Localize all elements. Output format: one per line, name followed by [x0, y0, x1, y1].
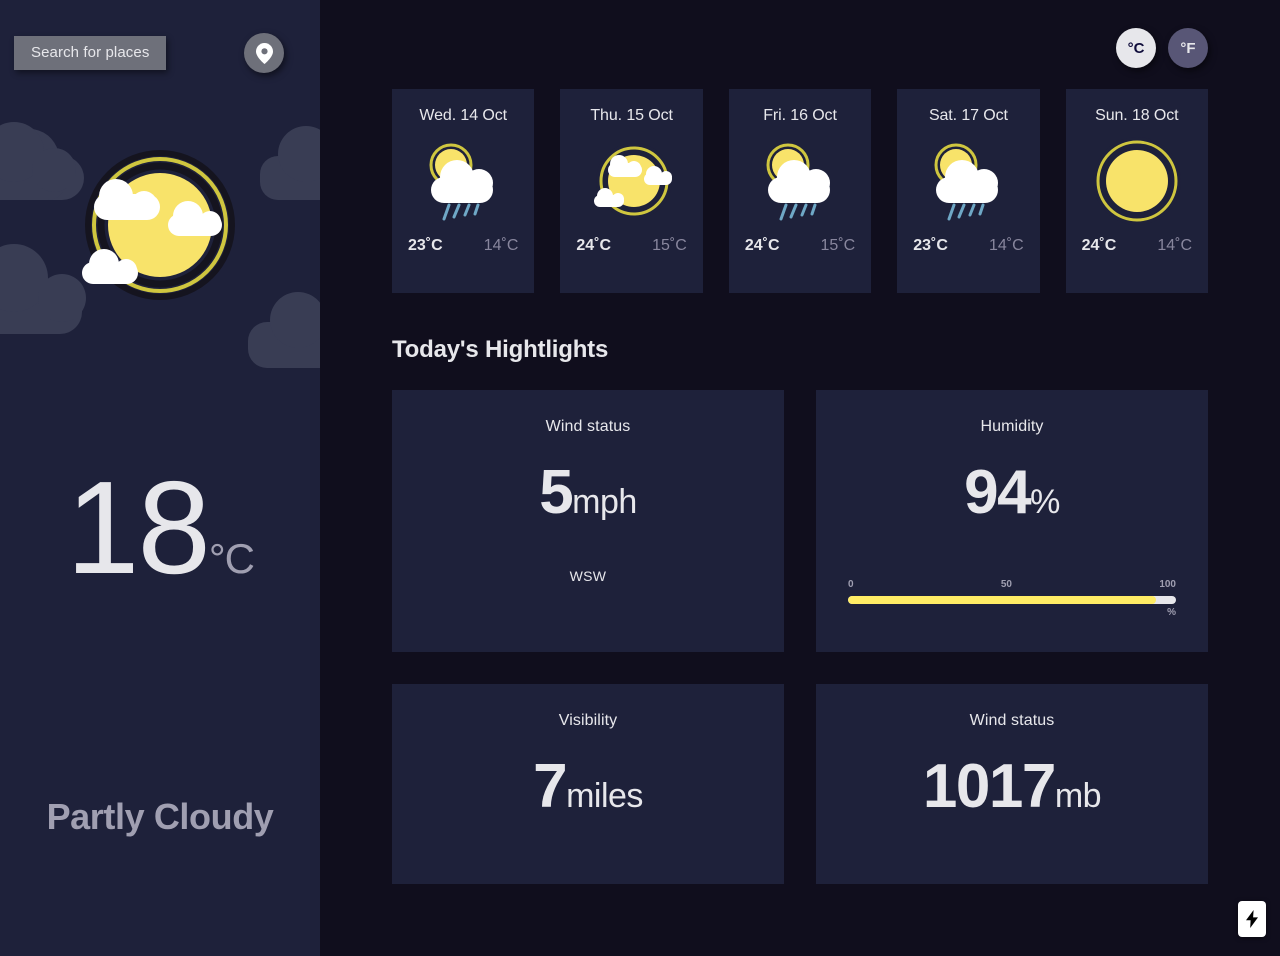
humidity-percent-label: %: [1167, 607, 1176, 618]
wind-status-card: Wind status 5mph WSW: [392, 390, 784, 652]
humidity-scale-max: 100: [1159, 579, 1176, 590]
unit-toggle-group: °C °F: [392, 0, 1208, 68]
weather-condition: Partly Cloudy: [0, 796, 320, 838]
visibility-unit: miles: [566, 777, 643, 815]
air-pressure-unit: mb: [1054, 777, 1102, 815]
wind-status-title: Wind status: [545, 418, 631, 435]
forecast-weather-icon: [417, 135, 509, 227]
air-pressure-value: 1017mb: [923, 756, 1102, 818]
air-pressure-card: Wind status 1017mb: [816, 684, 1208, 884]
forecast-temps: 24˚C 15˚C: [572, 237, 690, 255]
forecast-date: Sat. 17 Oct: [928, 107, 1008, 124]
lightning-bolt-icon: [1245, 910, 1258, 928]
forecast-min-temp: 15˚C: [652, 237, 687, 254]
forecast-min-temp: 14˚C: [988, 237, 1024, 254]
humidity-number: 94: [964, 458, 1031, 527]
forecast-min-temp: 14˚C: [1157, 237, 1193, 254]
forecast-min-temp: 14˚C: [483, 237, 519, 254]
wind-status-value: 5mph: [539, 462, 637, 524]
humidity-unit: %: [1030, 483, 1060, 521]
forecast-date: Sun. 18 Oct: [1095, 107, 1179, 124]
forecast-temps: 24˚C 15˚C: [741, 237, 859, 255]
forecast-temps: 24˚C 14˚C: [1078, 237, 1196, 255]
forecast-weather-icon: [1091, 135, 1183, 227]
forecast-weather-icon: [754, 135, 846, 227]
humidity-progress: 0 50 100 %: [848, 579, 1176, 618]
humidity-progress-fill: [848, 596, 1157, 604]
map-pin-icon: [255, 42, 273, 64]
forecast-list: Wed. 14 Oct 23˚C 14˚C Thu. 15 Oct 24˚C 1…: [392, 89, 1209, 293]
forecast-weather-icon: [922, 135, 1014, 227]
humidity-card: Humidity 94% 0 50 100 %: [816, 390, 1208, 652]
wind-speed-unit: mph: [572, 483, 637, 521]
forecast-card[interactable]: Sat. 17 Oct 23˚C 14˚C: [897, 89, 1040, 293]
forecast-card[interactable]: Fri. 16 Oct 24˚C 15˚C: [728, 89, 872, 293]
sidebar-toolbar: Search for places: [0, 0, 320, 108]
air-pressure-title: Wind status: [969, 712, 1055, 729]
forecast-min-temp: 15˚C: [820, 237, 856, 254]
current-temperature: 18°C: [0, 462, 320, 594]
forecast-max-temp: 23˚C: [913, 237, 948, 254]
sun-cloud-rain-icon: [766, 143, 831, 221]
fahrenheit-toggle-button[interactable]: °F: [1168, 28, 1208, 68]
forecast-date: Wed. 14 Oct: [419, 107, 507, 124]
forecast-weather-icon: [586, 135, 678, 227]
condition-label: Partly Cloudy: [46, 796, 274, 837]
forecast-temps: 23˚C 14˚C: [909, 237, 1027, 255]
forecast-max-temp: 24˚C: [744, 237, 780, 254]
current-weather-icon-wrap: [0, 110, 320, 340]
forecast-date: Fri. 16 Oct: [763, 107, 837, 124]
current-location-button[interactable]: [244, 33, 284, 73]
wind-direction-label: WSW: [569, 568, 607, 584]
humidity-value: 94%: [964, 462, 1060, 524]
humidity-title: Humidity: [980, 418, 1044, 435]
sun-clouds-icon: [593, 143, 672, 219]
sun-behind-clouds-icon: [82, 150, 235, 300]
highlights-section-title: Today's Hightlights: [392, 336, 609, 363]
wind-speed-number: 5: [539, 458, 573, 527]
forecast-card[interactable]: Thu. 15 Oct 24˚C 15˚C: [560, 89, 703, 293]
visibility-value: 7miles: [533, 756, 643, 818]
forecast-temps: 23˚C 14˚C: [404, 237, 522, 255]
visibility-number: 7: [533, 752, 567, 821]
forecast-card[interactable]: Sun. 18 Oct 24˚C 14˚C: [1065, 89, 1209, 293]
sun-cloud-rain-icon: [934, 143, 999, 221]
main-content: °C °F Wed. 14 Oct 23˚C 14˚C Thu. 15 Oct …: [320, 0, 1280, 956]
forecast-max-temp: 24˚C: [1081, 237, 1117, 254]
humidity-scale-mid: 50: [1000, 579, 1012, 590]
sun-cloud-rain-icon: [429, 143, 494, 221]
highlights-grid: Wind status 5mph WSW Humidity 94% 0 50 1…: [392, 390, 1208, 884]
visibility-card: Visibility 7miles: [392, 684, 784, 884]
sidebar: Search for places 18°C Partly Cloudy: [0, 0, 320, 956]
forecast-date: Thu. 15 Oct: [590, 107, 673, 124]
search-places-button[interactable]: Search for places: [14, 36, 167, 70]
humidity-progress-track: [848, 596, 1176, 604]
forecast-max-temp: 23˚C: [408, 237, 443, 254]
forecast-max-temp: 24˚C: [576, 237, 612, 254]
humidity-scale-min: 0: [848, 579, 854, 590]
temperature-value: 18: [66, 454, 211, 601]
air-pressure-number: 1017: [922, 752, 1056, 821]
deploy-badge[interactable]: [1238, 901, 1266, 937]
humidity-scale-labels: 0 50 100: [848, 579, 1176, 590]
forecast-card[interactable]: Wed. 14 Oct 23˚C 14˚C: [392, 89, 535, 293]
visibility-title: Visibility: [558, 712, 618, 729]
celsius-toggle-button[interactable]: °C: [1116, 28, 1156, 68]
sun-icon: [1092, 137, 1181, 225]
weather-dashboard: Search for places 18°C Partly Cloudy °C …: [0, 0, 1280, 956]
temperature-unit: °C: [208, 535, 255, 582]
